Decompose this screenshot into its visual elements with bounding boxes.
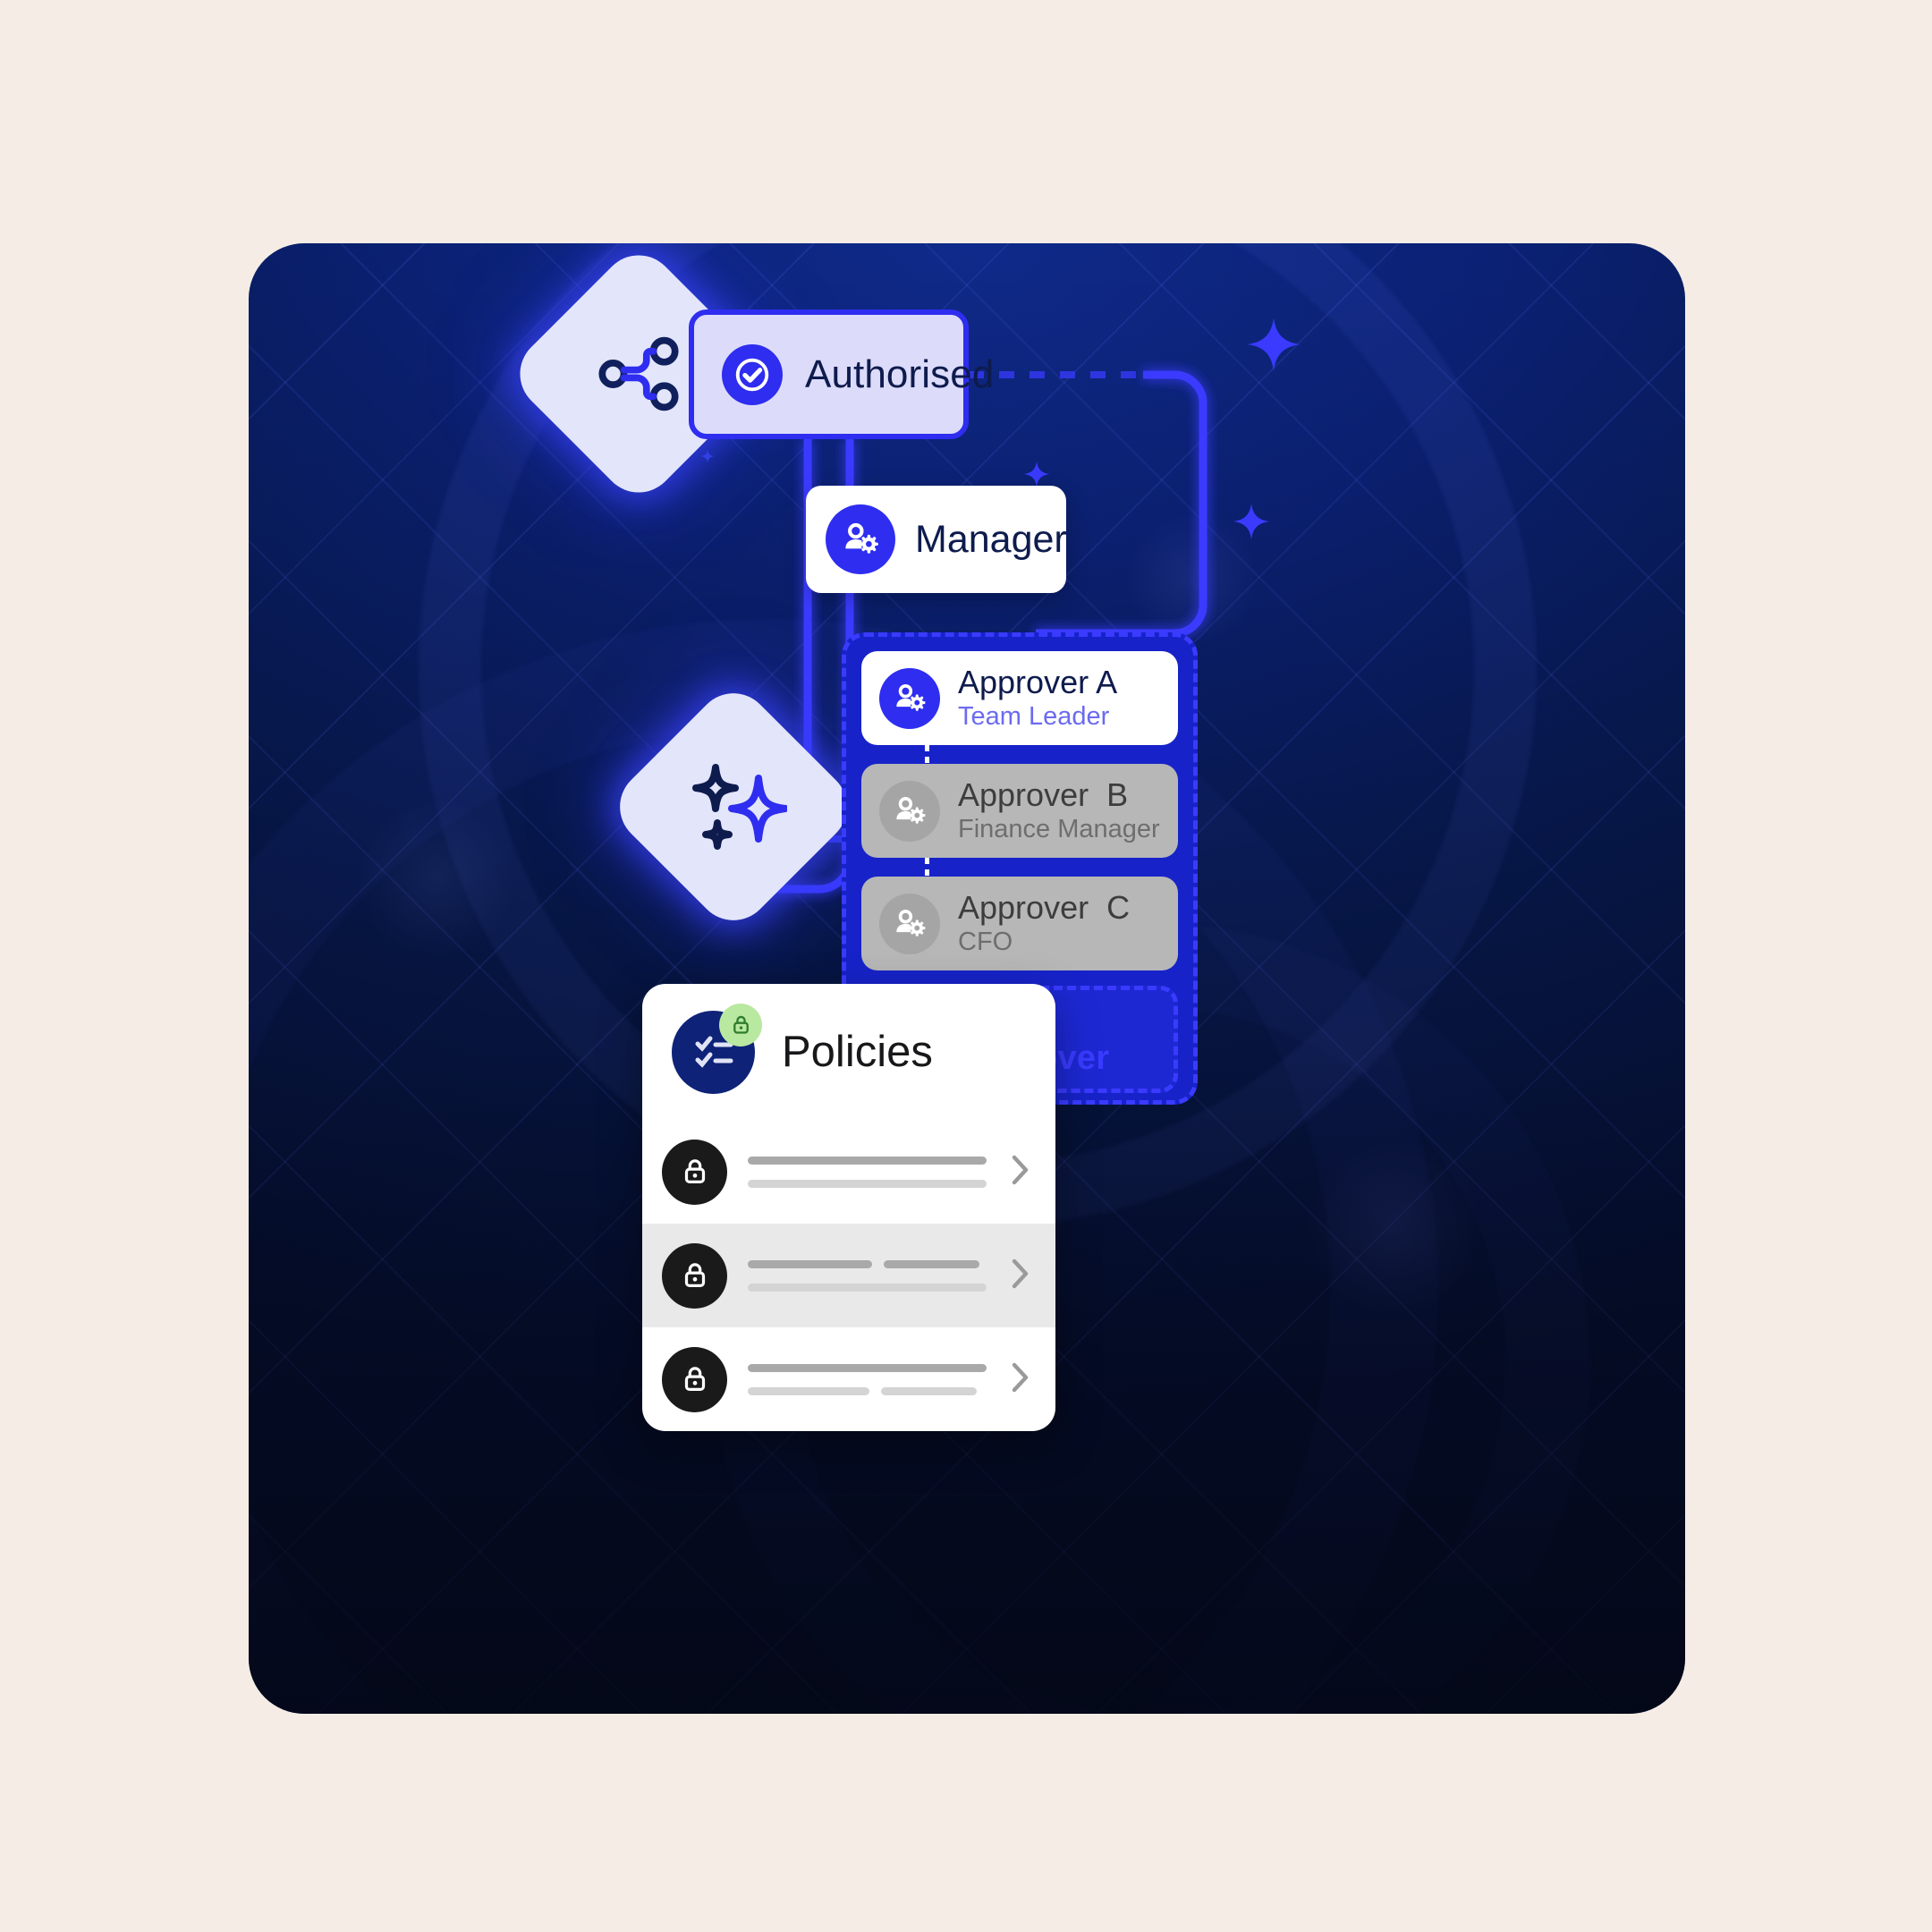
policies-title: Policies xyxy=(782,1028,933,1076)
sparkle-micro-left-icon xyxy=(700,449,715,463)
chevron-right-icon[interactable] xyxy=(1007,1254,1034,1298)
check-circle-icon xyxy=(722,343,783,405)
approver-row[interactable]: Approver B Finance Manager xyxy=(861,764,1178,858)
policy-skeleton-lines xyxy=(748,1259,987,1292)
policies-card: Policies xyxy=(642,984,1055,1431)
user-gear-icon xyxy=(879,893,940,954)
policy-list-item[interactable] xyxy=(642,1327,1055,1431)
policy-list-item[interactable] xyxy=(642,1120,1055,1224)
approver-row[interactable]: Approver C CFO xyxy=(861,877,1178,970)
approver-role: Finance Manager xyxy=(958,815,1160,844)
policies-avatar xyxy=(672,1003,762,1094)
approver-name: Approver C xyxy=(958,889,1131,927)
user-gear-icon xyxy=(826,504,895,574)
approver-connector-dots xyxy=(861,745,1178,764)
policies-header: Policies xyxy=(642,984,1055,1120)
sparkle-large-top-right-icon xyxy=(1246,317,1301,372)
authorised-label: Authorised xyxy=(805,352,995,396)
lock-icon xyxy=(662,1346,727,1412)
approver-name: Approver B xyxy=(958,776,1129,814)
approver-connector-dots xyxy=(861,858,1178,877)
sparkles-icon xyxy=(680,753,787,860)
lock-icon xyxy=(662,1242,727,1309)
policy-list-item[interactable] xyxy=(642,1224,1055,1327)
illustration-stage: Authorised Manager Approver A Team Leade… xyxy=(249,243,1685,1714)
approver-row[interactable]: Approver A Team Leader xyxy=(861,651,1178,745)
lock-badge-icon xyxy=(719,1003,762,1046)
sparkle-small-right-icon xyxy=(1233,503,1270,540)
manager-label: Manager xyxy=(915,517,1067,561)
lock-icon xyxy=(662,1139,727,1205)
approver-role: CFO xyxy=(958,928,1013,957)
policy-skeleton-lines xyxy=(748,1156,987,1188)
policy-skeleton-lines xyxy=(748,1363,987,1395)
chevron-right-icon[interactable] xyxy=(1007,1150,1034,1194)
user-gear-icon xyxy=(879,667,940,729)
manager-card[interactable]: Manager xyxy=(806,486,1067,593)
sparkle-mid-icon xyxy=(1023,461,1050,487)
authorised-card[interactable]: Authorised xyxy=(689,309,994,439)
chevron-right-icon[interactable] xyxy=(1007,1358,1034,1402)
approver-role: Team Leader xyxy=(958,702,1110,732)
user-gear-icon xyxy=(879,780,940,842)
workflow-branch-icon xyxy=(589,325,688,423)
approver-name: Approver A xyxy=(958,664,1118,701)
